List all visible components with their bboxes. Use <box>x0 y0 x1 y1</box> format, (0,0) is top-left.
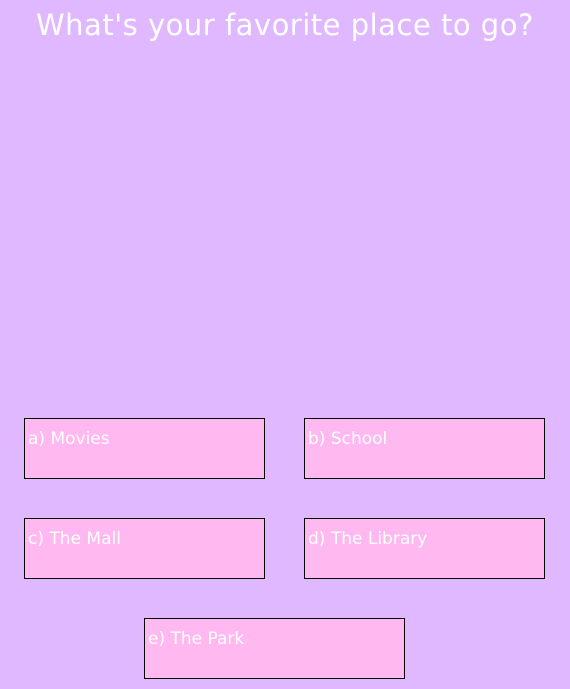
answer-option-a[interactable]: a) Movies <box>24 418 265 479</box>
answer-option-c-label: c) The Mall <box>28 529 121 549</box>
answer-option-c[interactable]: c) The Mall <box>24 518 265 579</box>
question-title: What's your favorite place to go? <box>36 8 534 42</box>
answer-option-e-label: e) The Park <box>148 629 245 649</box>
answer-option-e[interactable]: e) The Park <box>144 618 405 679</box>
answer-option-b[interactable]: b) School <box>304 418 545 479</box>
answer-option-d-label: d) The Library <box>308 529 428 549</box>
answer-option-a-label: a) Movies <box>28 429 110 449</box>
answer-option-b-label: b) School <box>308 429 388 449</box>
answer-option-d[interactable]: d) The Library <box>304 518 545 579</box>
